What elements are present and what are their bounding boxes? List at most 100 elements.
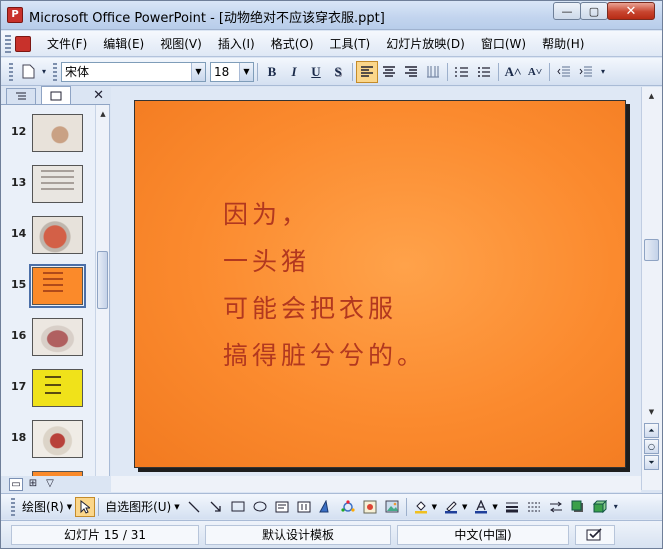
increase-indent-icon[interactable]: [575, 61, 597, 83]
scroll-down-icon[interactable]: ▼: [642, 405, 661, 419]
chevron-down-icon[interactable]: ▼: [462, 503, 467, 511]
line-color-icon[interactable]: [440, 496, 462, 518]
slide-text-line-4[interactable]: 搞得脏兮兮的。: [223, 336, 426, 372]
shadow-style-icon[interactable]: [567, 496, 589, 518]
select-pointer-icon[interactable]: [75, 496, 96, 517]
chevron-down-icon[interactable]: ▼: [67, 503, 72, 511]
toolbar-grip-handle-2[interactable]: [53, 62, 57, 81]
menu-slideshow[interactable]: 幻灯片放映(D): [378, 35, 473, 52]
slideshow-view-icon[interactable]: ▽: [43, 478, 57, 491]
slide-thumbnail[interactable]: 18: [1, 415, 95, 466]
toolbar-options-arrow-icon[interactable]: ▾: [597, 61, 609, 83]
chevron-down-icon[interactable]: ▼: [432, 503, 437, 511]
new-document-icon[interactable]: [17, 61, 39, 83]
decrease-indent-icon[interactable]: [553, 61, 575, 83]
dash-style-icon[interactable]: [523, 496, 545, 518]
previous-slide-icon[interactable]: ⏶: [644, 423, 659, 438]
slide-thumbnail[interactable]: 14: [1, 211, 95, 262]
menu-tools[interactable]: 工具(T): [322, 35, 379, 52]
arrow-tool-icon[interactable]: [205, 496, 227, 518]
slide-thumbnail[interactable]: 13: [1, 160, 95, 211]
menu-view[interactable]: 视图(V): [152, 35, 210, 52]
vertical-text-box-icon[interactable]: [293, 496, 315, 518]
menu-window[interactable]: 窗口(W): [473, 35, 534, 52]
shadow-button[interactable]: S: [327, 61, 349, 83]
pane-close-icon[interactable]: ✕: [93, 88, 104, 103]
scrollbar-thumb[interactable]: [644, 239, 659, 261]
font-size-combo[interactable]: 18 ▼: [210, 61, 254, 82]
menu-edit[interactable]: 编辑(E): [95, 35, 152, 52]
chevron-down-icon[interactable]: ▼: [191, 62, 205, 81]
italic-button[interactable]: I: [283, 61, 305, 83]
toolbar-options-arrow-icon[interactable]: ▾: [611, 496, 621, 518]
clip-art-icon[interactable]: [359, 496, 381, 518]
toolbar-grip-handle[interactable]: [9, 62, 13, 81]
slide-editing-area: 因为， 一头猪 可能会把衣服 搞得脏兮兮的。: [111, 87, 641, 490]
chevron-down-icon[interactable]: ▼: [174, 503, 179, 511]
slide-scrollbar[interactable]: ▲ ▼ ⏶ ○ ⏷: [641, 87, 662, 490]
menu-format[interactable]: 格式(O): [263, 35, 322, 52]
draw-menu-button[interactable]: 绘图(R): [19, 498, 67, 515]
bold-button[interactable]: B: [261, 61, 283, 83]
arrow-style-icon[interactable]: [545, 496, 567, 518]
diagram-icon[interactable]: [337, 496, 359, 518]
bulleted-list-icon[interactable]: [473, 61, 495, 83]
toolbar-options-arrow-icon[interactable]: ▾: [39, 61, 49, 83]
document-icon[interactable]: [15, 35, 31, 52]
close-button[interactable]: ✕: [607, 2, 655, 20]
normal-view-icon[interactable]: ▭: [9, 477, 23, 491]
oval-tool-icon[interactable]: [249, 496, 271, 518]
align-center-button[interactable]: [378, 61, 400, 83]
chevron-down-icon[interactable]: ▼: [492, 503, 497, 511]
slide-sorter-view-icon[interactable]: ⊞: [26, 478, 40, 491]
align-left-button[interactable]: [356, 60, 378, 83]
thumbnail-scrollbar[interactable]: ▲ ▼: [95, 105, 109, 490]
slide-thumbnail[interactable]: 12: [1, 109, 95, 160]
menu-help[interactable]: 帮助(H): [534, 35, 592, 52]
chevron-down-icon[interactable]: ▼: [239, 62, 253, 81]
tab-outline[interactable]: [6, 88, 36, 104]
rectangle-tool-icon[interactable]: [227, 496, 249, 518]
slide-thumbnail[interactable]: 17: [1, 364, 95, 415]
line-tool-icon[interactable]: [183, 496, 205, 518]
menu-file[interactable]: 文件(F): [39, 35, 95, 52]
autoshapes-menu-button[interactable]: 自选图形(U): [102, 498, 174, 515]
font-color-icon[interactable]: [470, 496, 492, 518]
next-slide-icon[interactable]: ⏷: [644, 455, 659, 470]
align-right-button[interactable]: [400, 61, 422, 83]
scrollbar-thumb[interactable]: [97, 251, 108, 309]
slide-preview-image: [32, 318, 83, 356]
current-slide[interactable]: 因为， 一头猪 可能会把衣服 搞得脏兮兮的。: [134, 100, 626, 468]
select-object-icon[interactable]: ○: [644, 439, 659, 454]
slide-text-line-1[interactable]: 因为，: [223, 195, 310, 231]
fill-color-icon[interactable]: [410, 496, 432, 518]
maximize-button[interactable]: ▢: [580, 2, 608, 20]
toolbar-divider: [405, 497, 407, 516]
slide-thumbnail-selected[interactable]: 15: [1, 262, 95, 313]
3d-style-icon[interactable]: [589, 496, 611, 518]
increase-font-size-button[interactable]: A˄: [502, 61, 524, 83]
scroll-up-icon[interactable]: ▲: [96, 107, 110, 121]
pane-tabs: ✕: [1, 86, 110, 105]
wordart-icon[interactable]: [315, 496, 337, 518]
slide-thumbnail[interactable]: 16: [1, 313, 95, 364]
menu-grip-handle[interactable]: [5, 34, 11, 53]
font-name-combo[interactable]: 宋体 ▼: [61, 61, 206, 82]
menu-insert[interactable]: 插入(I): [210, 35, 263, 52]
slide-text-line-2[interactable]: 一头猪: [223, 242, 310, 278]
spelling-check-icon[interactable]: [575, 524, 615, 545]
powerpoint-app-icon[interactable]: P: [7, 7, 23, 23]
numbered-list-icon[interactable]: [451, 61, 473, 83]
minimize-button[interactable]: —: [553, 2, 581, 20]
tab-slides[interactable]: [41, 86, 71, 104]
distribute-columns-icon[interactable]: [422, 61, 444, 83]
text-box-icon[interactable]: [271, 496, 293, 518]
decrease-font-size-button[interactable]: A˅: [524, 61, 546, 83]
underline-button[interactable]: U: [305, 61, 327, 83]
line-style-icon[interactable]: [501, 496, 523, 518]
slide-preview-image: [32, 165, 83, 203]
scroll-up-icon[interactable]: ▲: [642, 89, 661, 103]
slide-text-line-3[interactable]: 可能会把衣服: [223, 289, 397, 325]
toolbar-grip-handle[interactable]: [11, 497, 15, 516]
insert-picture-icon[interactable]: [381, 496, 403, 518]
